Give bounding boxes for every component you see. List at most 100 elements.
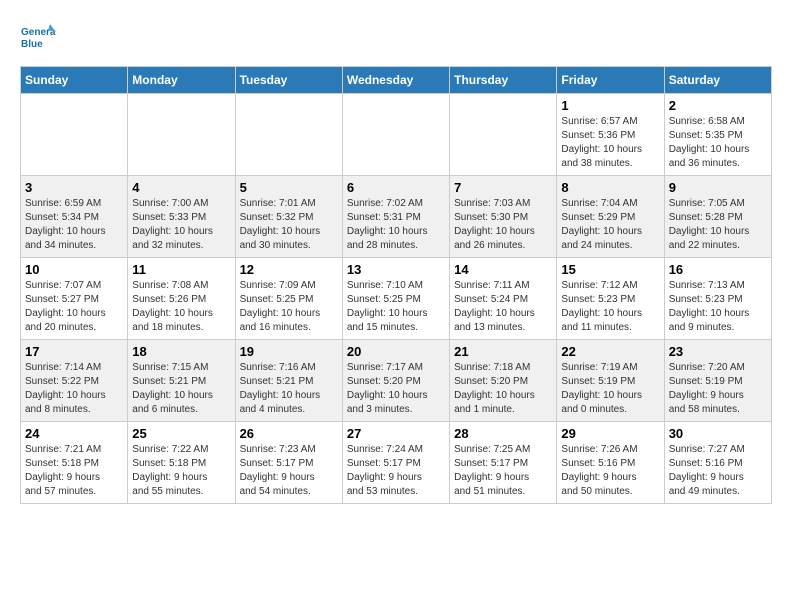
calendar-day-cell bbox=[235, 94, 342, 176]
day-info: Sunrise: 7:05 AM Sunset: 5:28 PM Dayligh… bbox=[669, 197, 767, 253]
day-number: 10 bbox=[25, 262, 123, 277]
day-header: Sunday bbox=[21, 67, 128, 94]
calendar-day-cell: 1 Sunrise: 6:57 AM Sunset: 5:36 PM Daylig… bbox=[557, 94, 664, 176]
day-header: Friday bbox=[557, 67, 664, 94]
day-info: Sunrise: 7:01 AM Sunset: 5:32 PM Dayligh… bbox=[240, 197, 338, 253]
calendar-day-cell: 24Sunrise: 7:21 AM Sunset: 5:18 PM Dayli… bbox=[21, 422, 128, 504]
calendar-day-cell: 20Sunrise: 7:17 AM Sunset: 5:20 PM Dayli… bbox=[342, 340, 449, 422]
calendar-day-cell: 18 Sunrise: 7:15 AM Sunset: 5:21 PM Dayli… bbox=[128, 340, 235, 422]
day-number: 8 bbox=[561, 180, 659, 195]
calendar-day-cell bbox=[21, 94, 128, 176]
calendar-day-cell: 28 Sunrise: 7:25 AM Sunset: 5:17 PM Dayli… bbox=[450, 422, 557, 504]
day-number: 19 bbox=[240, 344, 338, 359]
day-info: Sunrise: 7:27 AM Sunset: 5:16 PM Dayligh… bbox=[669, 443, 767, 499]
calendar-day-cell: 21 Sunrise: 7:18 AM Sunset: 5:20 PM Dayli… bbox=[450, 340, 557, 422]
day-number: 21 bbox=[454, 344, 552, 359]
calendar-day-cell: 6 Sunrise: 7:02 AM Sunset: 5:31 PM Daylig… bbox=[342, 176, 449, 258]
calendar-day-cell: 10Sunrise: 7:07 AM Sunset: 5:27 PM Dayli… bbox=[21, 258, 128, 340]
day-number: 30 bbox=[669, 426, 767, 441]
day-number: 25 bbox=[132, 426, 230, 441]
day-number: 9 bbox=[669, 180, 767, 195]
day-number: 13 bbox=[347, 262, 445, 277]
day-number: 1 bbox=[561, 98, 659, 113]
day-number: 7 bbox=[454, 180, 552, 195]
day-info: Sunrise: 6:58 AM Sunset: 5:35 PM Dayligh… bbox=[669, 115, 767, 171]
day-number: 29 bbox=[561, 426, 659, 441]
day-info: Sunrise: 7:26 AM Sunset: 5:16 PM Dayligh… bbox=[561, 443, 659, 499]
logo: General Blue bbox=[20, 20, 56, 56]
day-header: Monday bbox=[128, 67, 235, 94]
day-number: 6 bbox=[347, 180, 445, 195]
day-info: Sunrise: 7:20 AM Sunset: 5:19 PM Dayligh… bbox=[669, 361, 767, 417]
day-info: Sunrise: 7:08 AM Sunset: 5:26 PM Dayligh… bbox=[132, 279, 230, 335]
calendar-day-cell: 9 Sunrise: 7:05 AM Sunset: 5:28 PM Daylig… bbox=[664, 176, 771, 258]
day-number: 11 bbox=[132, 262, 230, 277]
calendar-day-cell: 8 Sunrise: 7:04 AM Sunset: 5:29 PM Daylig… bbox=[557, 176, 664, 258]
day-number: 16 bbox=[669, 262, 767, 277]
day-info: Sunrise: 7:15 AM Sunset: 5:21 PM Dayligh… bbox=[132, 361, 230, 417]
calendar-day-cell: 26Sunrise: 7:23 AM Sunset: 5:17 PM Dayli… bbox=[235, 422, 342, 504]
day-number: 5 bbox=[240, 180, 338, 195]
calendar-week-row: 1 Sunrise: 6:57 AM Sunset: 5:36 PM Daylig… bbox=[21, 94, 772, 176]
day-info: Sunrise: 7:23 AM Sunset: 5:17 PM Dayligh… bbox=[240, 443, 338, 499]
calendar-day-cell: 16Sunrise: 7:13 AM Sunset: 5:23 PM Dayli… bbox=[664, 258, 771, 340]
calendar-day-cell bbox=[342, 94, 449, 176]
day-header: Wednesday bbox=[342, 67, 449, 94]
calendar-day-cell: 13 Sunrise: 7:10 AM Sunset: 5:25 PM Dayli… bbox=[342, 258, 449, 340]
day-info: Sunrise: 7:03 AM Sunset: 5:30 PM Dayligh… bbox=[454, 197, 552, 253]
day-info: Sunrise: 7:04 AM Sunset: 5:29 PM Dayligh… bbox=[561, 197, 659, 253]
calendar-day-cell: 23 Sunrise: 7:20 AM Sunset: 5:19 PM Dayli… bbox=[664, 340, 771, 422]
day-number: 14 bbox=[454, 262, 552, 277]
day-info: Sunrise: 7:16 AM Sunset: 5:21 PM Dayligh… bbox=[240, 361, 338, 417]
calendar-day-cell: 2Sunrise: 6:58 AM Sunset: 5:35 PM Daylig… bbox=[664, 94, 771, 176]
calendar-day-cell: 3 Sunrise: 6:59 AM Sunset: 5:34 PM Daylig… bbox=[21, 176, 128, 258]
day-info: Sunrise: 7:02 AM Sunset: 5:31 PM Dayligh… bbox=[347, 197, 445, 253]
day-number: 27 bbox=[347, 426, 445, 441]
day-number: 4 bbox=[132, 180, 230, 195]
day-info: Sunrise: 7:14 AM Sunset: 5:22 PM Dayligh… bbox=[25, 361, 123, 417]
calendar-day-cell: 25Sunrise: 7:22 AM Sunset: 5:18 PM Dayli… bbox=[128, 422, 235, 504]
calendar-week-row: 24Sunrise: 7:21 AM Sunset: 5:18 PM Dayli… bbox=[21, 422, 772, 504]
header: General Blue bbox=[20, 20, 772, 56]
day-number: 20 bbox=[347, 344, 445, 359]
day-info: Sunrise: 7:12 AM Sunset: 5:23 PM Dayligh… bbox=[561, 279, 659, 335]
svg-text:Blue: Blue bbox=[21, 39, 43, 50]
calendar-day-cell bbox=[450, 94, 557, 176]
day-info: Sunrise: 7:19 AM Sunset: 5:19 PM Dayligh… bbox=[561, 361, 659, 417]
day-info: Sunrise: 7:24 AM Sunset: 5:17 PM Dayligh… bbox=[347, 443, 445, 499]
calendar-header-row: SundayMondayTuesdayWednesdayThursdayFrid… bbox=[21, 67, 772, 94]
day-number: 18 bbox=[132, 344, 230, 359]
calendar-day-cell: 15 Sunrise: 7:12 AM Sunset: 5:23 PM Dayli… bbox=[557, 258, 664, 340]
day-number: 24 bbox=[25, 426, 123, 441]
calendar-week-row: 10Sunrise: 7:07 AM Sunset: 5:27 PM Dayli… bbox=[21, 258, 772, 340]
calendar-day-cell: 17Sunrise: 7:14 AM Sunset: 5:22 PM Dayli… bbox=[21, 340, 128, 422]
calendar-day-cell: 22 Sunrise: 7:19 AM Sunset: 5:19 PM Dayli… bbox=[557, 340, 664, 422]
calendar-day-cell: 11 Sunrise: 7:08 AM Sunset: 5:26 PM Dayli… bbox=[128, 258, 235, 340]
calendar-day-cell: 5 Sunrise: 7:01 AM Sunset: 5:32 PM Daylig… bbox=[235, 176, 342, 258]
day-number: 12 bbox=[240, 262, 338, 277]
day-number: 23 bbox=[669, 344, 767, 359]
day-number: 15 bbox=[561, 262, 659, 277]
day-info: Sunrise: 7:00 AM Sunset: 5:33 PM Dayligh… bbox=[132, 197, 230, 253]
calendar-day-cell: 7 Sunrise: 7:03 AM Sunset: 5:30 PM Daylig… bbox=[450, 176, 557, 258]
day-info: Sunrise: 6:57 AM Sunset: 5:36 PM Dayligh… bbox=[561, 115, 659, 171]
day-info: Sunrise: 7:25 AM Sunset: 5:17 PM Dayligh… bbox=[454, 443, 552, 499]
day-number: 22 bbox=[561, 344, 659, 359]
calendar-day-cell: 12 Sunrise: 7:09 AM Sunset: 5:25 PM Dayli… bbox=[235, 258, 342, 340]
calendar-week-row: 3 Sunrise: 6:59 AM Sunset: 5:34 PM Daylig… bbox=[21, 176, 772, 258]
day-number: 28 bbox=[454, 426, 552, 441]
calendar-day-cell: 14 Sunrise: 7:11 AM Sunset: 5:24 PM Dayli… bbox=[450, 258, 557, 340]
calendar: SundayMondayTuesdayWednesdayThursdayFrid… bbox=[20, 66, 772, 504]
calendar-week-row: 17Sunrise: 7:14 AM Sunset: 5:22 PM Dayli… bbox=[21, 340, 772, 422]
day-info: Sunrise: 7:09 AM Sunset: 5:25 PM Dayligh… bbox=[240, 279, 338, 335]
day-header: Thursday bbox=[450, 67, 557, 94]
calendar-day-cell: 30 Sunrise: 7:27 AM Sunset: 5:16 PM Dayli… bbox=[664, 422, 771, 504]
day-info: Sunrise: 7:18 AM Sunset: 5:20 PM Dayligh… bbox=[454, 361, 552, 417]
day-info: Sunrise: 7:11 AM Sunset: 5:24 PM Dayligh… bbox=[454, 279, 552, 335]
day-info: Sunrise: 7:10 AM Sunset: 5:25 PM Dayligh… bbox=[347, 279, 445, 335]
calendar-day-cell: 19 Sunrise: 7:16 AM Sunset: 5:21 PM Dayli… bbox=[235, 340, 342, 422]
day-info: Sunrise: 6:59 AM Sunset: 5:34 PM Dayligh… bbox=[25, 197, 123, 253]
day-header: Tuesday bbox=[235, 67, 342, 94]
logo-image: General Blue bbox=[20, 20, 56, 56]
day-number: 3 bbox=[25, 180, 123, 195]
